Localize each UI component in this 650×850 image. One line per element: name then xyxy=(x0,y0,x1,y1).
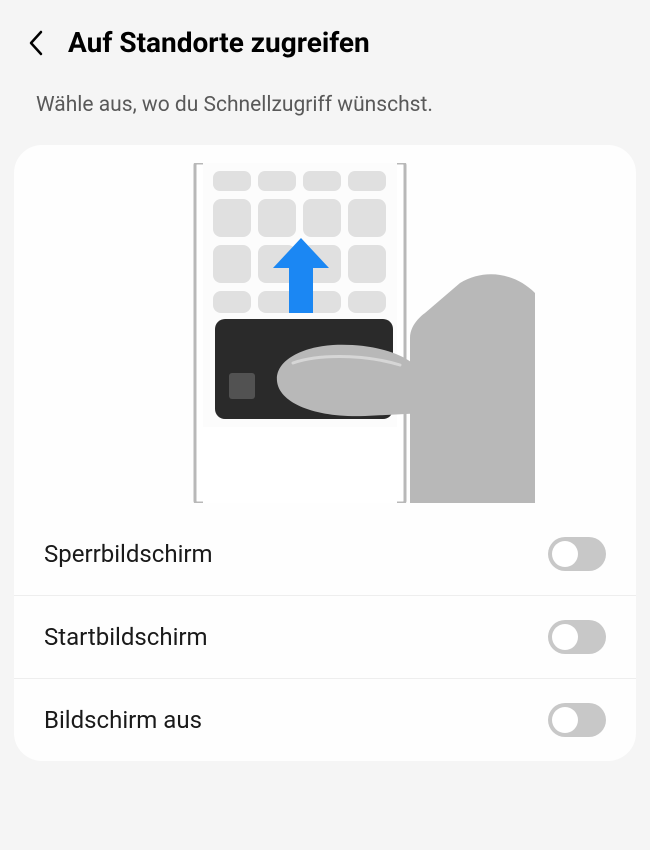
option-label: Bildschirm aus xyxy=(44,706,202,734)
toggle-homescreen[interactable] xyxy=(548,620,606,654)
settings-card: Sperrbildschirm Startbildschirm Bildschi… xyxy=(14,145,636,761)
page-description: Wähle aus, wo du Schnellzugriff wünschst… xyxy=(0,79,650,145)
option-homescreen: Startbildschirm xyxy=(14,596,636,679)
toggle-lockscreen[interactable] xyxy=(548,537,606,571)
option-screenoff: Bildschirm aus xyxy=(14,679,636,761)
header: Auf Standorte zugreifen xyxy=(0,0,650,79)
swipe-gesture-illustration xyxy=(14,163,636,503)
options-list: Sperrbildschirm Startbildschirm Bildschi… xyxy=(14,503,636,761)
toggle-thumb xyxy=(552,541,578,567)
toggle-thumb xyxy=(552,624,578,650)
option-label: Sperrbildschirm xyxy=(44,540,213,568)
page-title: Auf Standorte zugreifen xyxy=(68,26,370,59)
toggle-screenoff[interactable] xyxy=(548,703,606,737)
toggle-thumb xyxy=(552,707,578,733)
option-lockscreen: Sperrbildschirm xyxy=(14,513,636,596)
option-label: Startbildschirm xyxy=(44,623,208,651)
back-icon[interactable] xyxy=(22,29,50,57)
